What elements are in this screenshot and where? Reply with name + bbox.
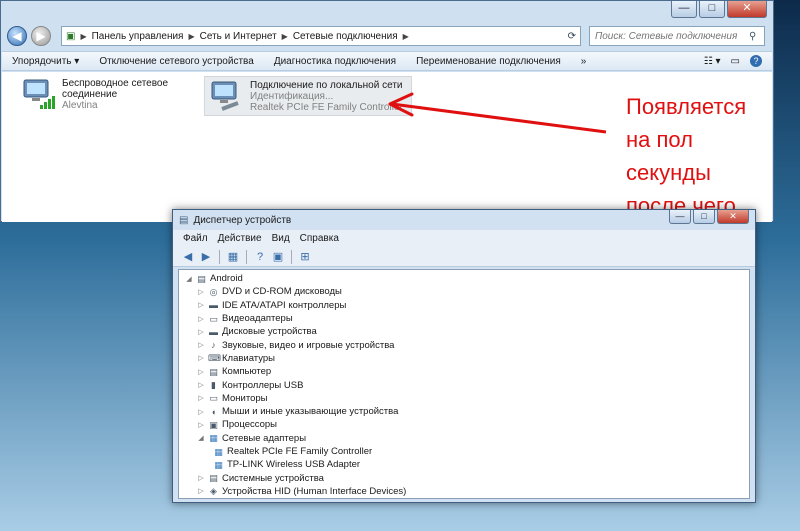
menu-help[interactable]: Справка xyxy=(300,233,339,244)
tree-category[interactable]: ▷ ▭ Мониторы xyxy=(179,392,749,405)
tree-category[interactable]: ▷ ▤ Системные устройства xyxy=(179,471,749,484)
toolbar-separator xyxy=(219,249,220,264)
expand-icon[interactable]: ▷ xyxy=(197,381,205,389)
category-label: Процессоры xyxy=(222,419,278,431)
category-label: Звуковые, видео и игровые устройства xyxy=(222,339,395,351)
menu-file[interactable]: Файл xyxy=(183,233,208,244)
expand-icon[interactable]: ▷ xyxy=(197,341,205,349)
sound-device-icon: ♪ xyxy=(211,340,216,351)
forward-arrow-icon[interactable]: ▶ xyxy=(199,250,213,264)
expand-icon[interactable]: ▷ xyxy=(197,421,205,429)
tree-category[interactable]: ▷ ◖ Мыши и иные указывающие устройства xyxy=(179,405,749,418)
processor-icon: ▣ xyxy=(209,419,218,430)
category-label: IDE ATA/ATAPI контроллеры xyxy=(222,299,347,311)
tree-category[interactable]: ▷ ▬ Дисковые устройства xyxy=(179,325,749,338)
annotation-line: секунды xyxy=(626,160,711,185)
annotation-line: Появляется xyxy=(626,94,747,119)
menu-action[interactable]: Действие xyxy=(218,233,262,244)
category-label: Сетевые адаптеры xyxy=(222,432,307,444)
category-label: Видеоадаптеры xyxy=(222,313,293,325)
network-adapter-icon: ▦ xyxy=(209,433,218,444)
tree-root-label: Android xyxy=(210,273,243,285)
tree-category[interactable]: ▷ ▭ Видеоадаптеры xyxy=(179,312,749,325)
category-label: Клавиатуры xyxy=(222,352,276,364)
device-label: Realtek PCIe FE Family Controller xyxy=(227,446,373,457)
category-label: DVD и CD-ROM дисководы xyxy=(222,286,342,298)
menu-view[interactable]: Вид xyxy=(272,233,290,244)
expand-icon[interactable]: ▷ xyxy=(197,487,205,495)
expand-icon[interactable]: ▷ xyxy=(197,408,205,416)
disk-drive-icon: ▬ xyxy=(209,326,218,337)
dvd-drive-icon: ◎ xyxy=(209,286,218,297)
ide-controller-icon: ▬ xyxy=(209,300,218,311)
maximize-button[interactable]: □ xyxy=(693,210,715,224)
window-title: Диспетчер устройств xyxy=(193,214,292,226)
tree-category[interactable]: ▷ ▮ Контроллеры USB xyxy=(179,378,749,391)
scan-hardware-icon[interactable]: ⊞ xyxy=(298,250,312,264)
tree-category[interactable]: ▷ ▣ Процессоры xyxy=(179,418,749,431)
category-label: Устройства HID (Human Interface Devices) xyxy=(222,485,407,497)
computer-icon: ▤ xyxy=(209,366,218,377)
device-manager-icon: ▤ xyxy=(179,214,189,226)
category-label: Дисковые устройства xyxy=(222,326,317,338)
network-adapter-icon: ▦ xyxy=(214,446,223,457)
network-adapter-icon: ▦ xyxy=(214,459,223,470)
expand-icon[interactable]: ▷ xyxy=(197,394,205,402)
device-label: TP-LINK Wireless USB Adapter xyxy=(227,459,361,471)
expand-icon[interactable]: ▷ xyxy=(197,301,205,309)
category-label: Компьютер xyxy=(222,366,272,378)
expand-icon[interactable]: ▷ xyxy=(197,368,205,376)
expand-icon[interactable]: ▷ xyxy=(197,315,205,323)
toolbar-separator xyxy=(246,249,247,264)
window-caption-buttons: — □ ✕ xyxy=(669,210,749,224)
menu-bar: Файл Действие Вид Справка xyxy=(173,230,755,247)
expand-icon[interactable]: ▷ xyxy=(197,288,205,296)
expand-icon[interactable]: ▷ xyxy=(197,354,205,362)
properties-icon[interactable]: ▣ xyxy=(271,250,285,264)
category-label: Мониторы xyxy=(222,392,268,404)
device-manager-window: ▤ Диспетчер устройств — □ ✕ Файл Действи… xyxy=(172,209,756,503)
computer-icon: ▤ xyxy=(197,273,206,284)
collapse-icon[interactable]: ◢ xyxy=(185,275,193,283)
keyboard-icon: ⌨ xyxy=(208,353,221,364)
expand-icon[interactable]: ▷ xyxy=(197,328,205,336)
show-hide-tree-icon[interactable]: ▦ xyxy=(226,250,240,264)
category-label: Мыши и иные указывающие устройства xyxy=(222,406,399,418)
display-adapter-icon: ▭ xyxy=(209,313,218,324)
tree-root[interactable]: ◢ ▤ Android xyxy=(179,272,749,285)
system-device-icon: ▤ xyxy=(209,473,218,484)
expand-icon[interactable]: ▷ xyxy=(197,474,205,482)
usb-controller-icon: ▮ xyxy=(211,380,216,391)
annotation-line: на пол xyxy=(626,127,693,152)
category-label: Контроллеры USB xyxy=(222,379,304,391)
tree-category[interactable]: ▷ ◎ DVD и CD-ROM дисководы xyxy=(179,285,749,298)
back-arrow-icon[interactable]: ◀ xyxy=(181,250,195,264)
tree-category[interactable]: ▷ ◈ Устройства HID (Human Interface Device… xyxy=(179,485,749,498)
tree-category[interactable]: ◢ ▦ Сетевые адаптеры xyxy=(179,432,749,445)
tree-device[interactable]: ▦ TP-LINK Wireless USB Adapter xyxy=(179,458,749,471)
tree-category[interactable]: ▷ ▬ IDE ATA/ATAPI контроллеры xyxy=(179,299,749,312)
device-manager-toolbar: ◀ ▶ ▦ ? ▣ ⊞ xyxy=(173,247,755,267)
device-tree: ◢ ▤ Android ▷ ◎ DVD и CD-ROM дисководы ▷ ▬ I… xyxy=(178,269,750,499)
monitor-icon: ▭ xyxy=(209,393,218,404)
tree-category[interactable]: ▷ ♪ Звуковые, видео и игровые устройства xyxy=(179,338,749,351)
toolbar-separator xyxy=(291,249,292,264)
tree-category[interactable]: ▷ ⌨ Клавиатуры xyxy=(179,352,749,365)
collapse-icon[interactable]: ◢ xyxy=(197,434,205,442)
mouse-icon: ◖ xyxy=(210,406,217,417)
help-icon[interactable]: ? xyxy=(253,250,267,264)
device-manager-titlebar: ▤ Диспетчер устройств xyxy=(173,210,755,230)
hid-device-icon: ◈ xyxy=(210,486,217,497)
tree-device[interactable]: ▦ Realtek PCIe FE Family Controller xyxy=(179,445,749,458)
category-label: Системные устройства xyxy=(222,472,324,484)
minimize-button[interactable]: — xyxy=(669,210,691,224)
tree-category[interactable]: ▷ ▤ Компьютер xyxy=(179,365,749,378)
close-button[interactable]: ✕ xyxy=(717,210,749,224)
